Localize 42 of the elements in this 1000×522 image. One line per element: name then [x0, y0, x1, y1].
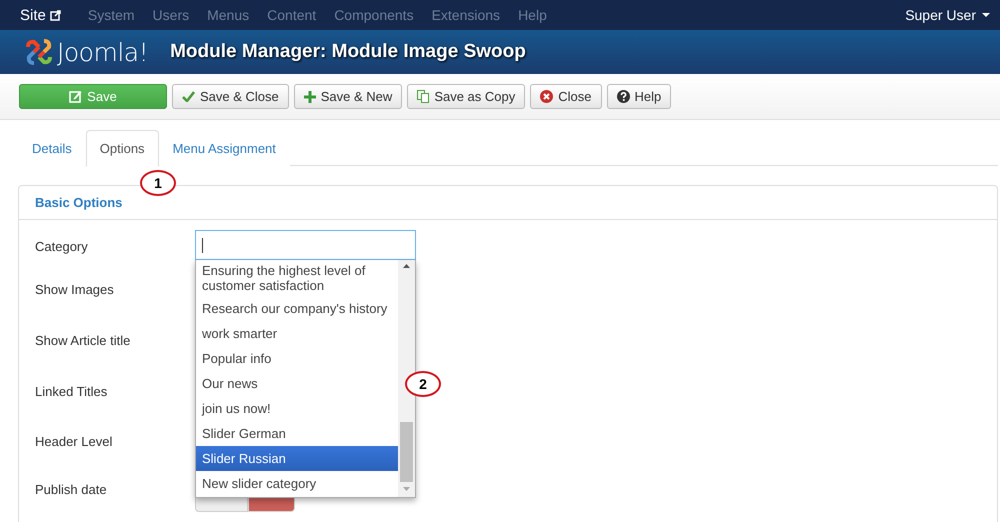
close-icon	[540, 90, 554, 103]
field-label: Publish date	[35, 482, 107, 496]
copy-icon	[417, 90, 430, 103]
caret-icon	[982, 13, 990, 17]
field-label: Linked Titles	[35, 384, 108, 399]
nav-menu-item[interactable]: System	[88, 7, 135, 23]
field-label: Show Images	[35, 282, 114, 296]
site-link[interactable]: Site	[20, 6, 61, 24]
toolbar-button[interactable]: Save as Copy	[407, 84, 526, 109]
page-title: Module Manager: Module Image Swoop	[170, 41, 526, 63]
nav-menu-item[interactable]: Help	[518, 7, 547, 23]
help-icon	[616, 90, 630, 103]
dropdown-option[interactable]: Slider Russian	[196, 446, 398, 471]
nav-menu-item[interactable]: Menus	[207, 7, 250, 23]
toolbar-button[interactable]: Help	[606, 84, 672, 109]
nav-menu-item[interactable]: Content	[267, 7, 316, 23]
scroll-down-icon[interactable]	[403, 487, 410, 491]
annotation-marker: 1	[140, 170, 176, 196]
plus-icon	[304, 90, 316, 102]
dropdown-option[interactable]: Ensuring the highest level of customer satisfaction	[196, 260, 398, 296]
field-label: Header Level	[35, 434, 112, 448]
field-label: Category	[35, 238, 88, 254]
nav-menu-item[interactable]: Users	[152, 7, 190, 23]
field-label: Show Article title	[35, 333, 130, 348]
toolbar-button[interactable]: Save & Close	[172, 84, 289, 109]
nav-menu-item[interactable]: Extensions	[432, 7, 500, 23]
user-menu[interactable]: Super User	[905, 7, 990, 23]
scroll-thumb[interactable]	[400, 422, 413, 482]
scrollbar[interactable]	[398, 260, 415, 497]
toolbar-button[interactable]: Save & New	[294, 84, 402, 109]
nav-menu-item[interactable]: Components	[334, 7, 414, 23]
logo-wordmark: Joomla!	[57, 38, 148, 66]
annotation-marker: 2	[405, 371, 441, 397]
tab[interactable]: Menu Assignment	[158, 130, 290, 166]
scroll-up-icon[interactable]	[403, 264, 410, 268]
tab[interactable]: Options	[86, 130, 159, 167]
category-search-field[interactable]	[195, 230, 416, 260]
edit-icon	[69, 90, 82, 103]
external-link-icon	[50, 10, 61, 20]
logo-icon	[24, 37, 54, 67]
toolbar-button[interactable]: Close	[530, 84, 602, 109]
check-icon	[182, 91, 195, 102]
